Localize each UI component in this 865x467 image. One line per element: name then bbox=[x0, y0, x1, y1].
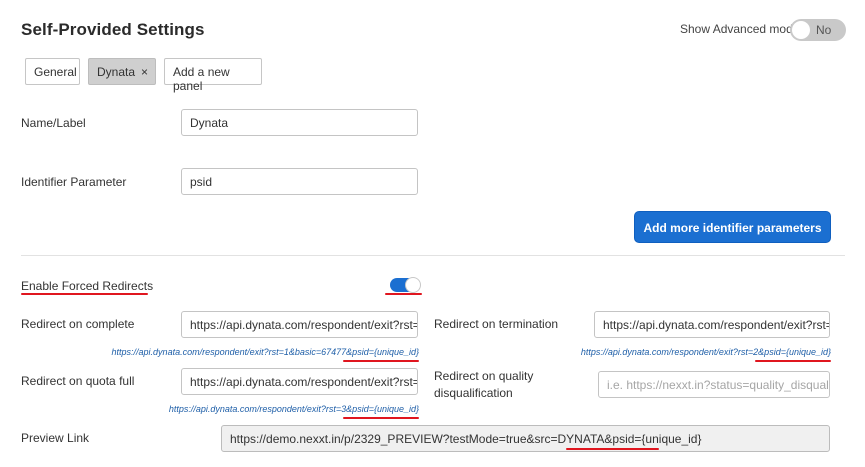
redirect-quality-label-line1: Redirect on quality bbox=[434, 369, 534, 383]
annotation-underline bbox=[755, 360, 831, 362]
redirect-quality-label-line2: disqualification bbox=[434, 386, 513, 400]
forced-redirects-toggle[interactable] bbox=[390, 277, 421, 293]
name-input[interactable]: Dynata bbox=[181, 109, 418, 136]
toggle-knob bbox=[792, 21, 810, 39]
redirect-quota-label: Redirect on quota full bbox=[21, 374, 135, 388]
advanced-mode-toggle[interactable]: No bbox=[790, 19, 846, 41]
preview-link-field[interactable]: https://demo.nexxt.in/p/2329_PREVIEW?tes… bbox=[221, 425, 830, 452]
add-identifier-button[interactable]: Add more identifier parameters bbox=[634, 211, 831, 243]
tab-label: Add a new panel bbox=[173, 65, 230, 93]
annotation-underline bbox=[566, 448, 659, 450]
annotation-underline bbox=[343, 360, 419, 362]
identifier-input[interactable]: psid bbox=[181, 168, 418, 195]
annotation-underline bbox=[21, 293, 148, 295]
annotation-underline bbox=[385, 293, 422, 295]
redirect-termination-input[interactable]: https://api.dynata.com/respondent/exit?r… bbox=[594, 311, 830, 338]
identifier-label: Identifier Parameter bbox=[21, 175, 127, 189]
forced-redirects-label: Enable Forced Redirects bbox=[21, 279, 154, 293]
redirect-termination-label: Redirect on termination bbox=[434, 317, 559, 331]
tab-dynata[interactable]: Dynata × bbox=[88, 58, 156, 85]
advanced-mode-state: No bbox=[816, 23, 832, 37]
page-title: Self-Provided Settings bbox=[21, 20, 205, 39]
redirect-complete-label: Redirect on complete bbox=[21, 317, 135, 331]
toggle-knob bbox=[405, 277, 421, 293]
name-label: Name/Label bbox=[21, 116, 86, 130]
redirect-quality-input[interactable]: i.e. https://nexxt.in?status=quality_dis… bbox=[598, 371, 830, 398]
tab-general[interactable]: General bbox=[25, 58, 80, 85]
tab-label: General bbox=[34, 65, 77, 79]
advanced-mode-label: Show Advanced mode bbox=[680, 22, 800, 36]
close-icon[interactable]: × bbox=[141, 65, 148, 79]
redirect-quota-input[interactable]: https://api.dynata.com/respondent/exit?r… bbox=[181, 368, 418, 395]
redirect-termination-hint: https://api.dynata.com/respondent/exit?r… bbox=[580, 347, 831, 357]
preview-link-label: Preview Link bbox=[21, 431, 90, 445]
tab-label: Dynata bbox=[97, 65, 136, 79]
divider bbox=[21, 255, 845, 256]
annotation-underline bbox=[343, 417, 419, 419]
redirect-complete-input[interactable]: https://api.dynata.com/respondent/exit?r… bbox=[181, 311, 418, 338]
redirect-complete-hint: https://api.dynata.com/respondent/exit?r… bbox=[111, 347, 419, 357]
redirect-quota-hint: https://api.dynata.com/respondent/exit?r… bbox=[168, 404, 419, 414]
tab-add-panel[interactable]: Add a new panel bbox=[164, 58, 262, 93]
